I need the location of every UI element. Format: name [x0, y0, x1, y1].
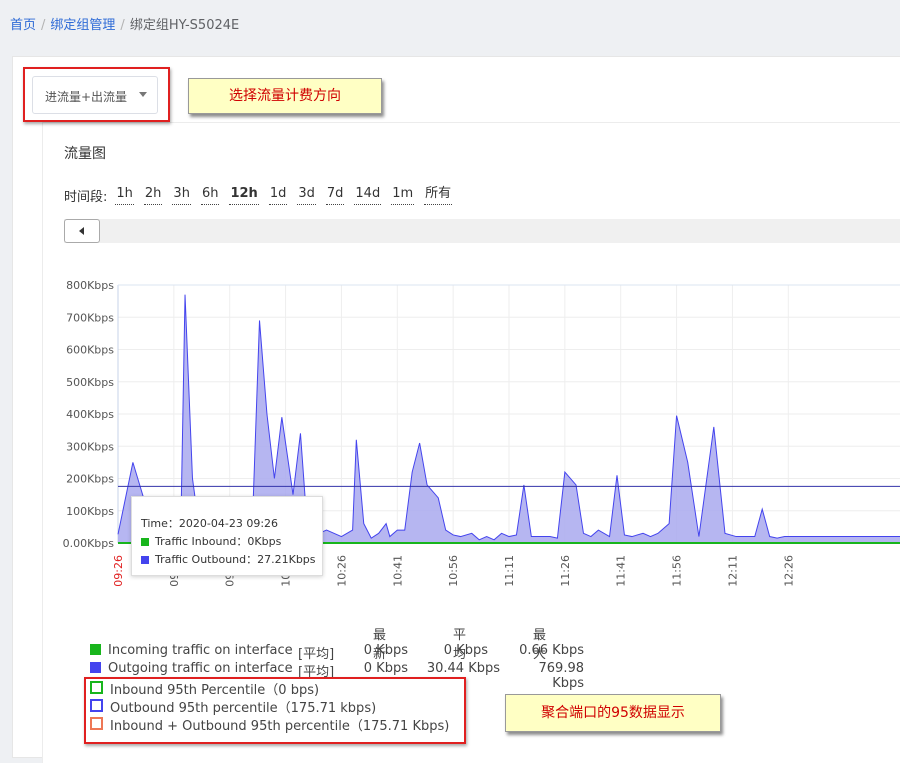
period-1h[interactable]: 1h [115, 186, 134, 205]
breadcrumb-bind-group-management[interactable]: 绑定组管理 [50, 18, 115, 33]
y-tick-label: 700Kbps [66, 311, 114, 324]
legend-row-outgoing[interactable]: Outgoing traffic on interface [90, 661, 293, 676]
breadcrumb-current: 绑定组HY-S5024E [129, 18, 240, 33]
y-tick-label: 0.00Kbps [63, 537, 115, 550]
x-tick-label: 11:41 [615, 555, 628, 587]
y-tick-label: 300Kbps [66, 440, 114, 453]
period-14d[interactable]: 14d [354, 186, 382, 205]
period-1m[interactable]: 1m [391, 186, 415, 205]
inbound-swatch [141, 538, 149, 546]
percentile-highlight-box [84, 677, 466, 744]
y-tick-label: 500Kbps [66, 376, 114, 389]
period-7d[interactable]: 7d [325, 186, 345, 205]
select-highlight-box [23, 67, 170, 122]
select-annotation-text: 选择流量计费方向 [229, 88, 341, 104]
x-tick-label: 11:26 [559, 555, 572, 587]
caret-left-icon [79, 227, 84, 235]
incoming-swatch [90, 644, 101, 655]
legend-row-incoming[interactable]: Incoming traffic on interface [90, 643, 293, 658]
time-scrollbar[interactable] [64, 219, 900, 243]
legend-incoming-latest: 0 Kbps [363, 643, 408, 658]
x-tick-label: 12:26 [782, 555, 795, 587]
legend-outgoing-label: Outgoing traffic on interface [108, 661, 293, 676]
tooltip-outbound: Traffic Outbound：27.21Kbps [155, 553, 316, 566]
period-3h[interactable]: 3h [172, 186, 191, 205]
y-tick-label: 800Kbps [66, 279, 114, 292]
y-tick-label: 100Kbps [66, 505, 114, 518]
percentile-annotation-text: 聚合端口的95数据显示 [541, 705, 685, 721]
legend-outgoing-max: 769.98 Kbps [538, 661, 585, 691]
x-tick-label: 09:26 [112, 555, 125, 587]
period-all[interactable]: 所有 [424, 186, 453, 205]
legend-incoming-max: 0.66 Kbps [519, 643, 584, 658]
period-label: 时间段: [64, 190, 108, 205]
legend-incoming-avg: 0 Kbps [443, 643, 488, 658]
y-tick-label: 600Kbps [66, 344, 114, 357]
y-tick-label: 200Kbps [66, 473, 114, 486]
legend-incoming-agg: [平均] [298, 647, 335, 662]
period-12h[interactable]: 12h [229, 186, 259, 205]
period-3d[interactable]: 3d [297, 186, 316, 205]
x-tick-label: 12:11 [726, 555, 739, 587]
percentile-annotation-note: 聚合端口的95数据显示 [505, 694, 721, 732]
period-6h[interactable]: 6h [200, 186, 220, 205]
x-tick-label: 10:41 [391, 555, 404, 587]
x-tick-label: 10:26 [335, 555, 348, 587]
scroll-left-button[interactable] [64, 219, 100, 243]
traffic-chart-title: 流量图 [64, 146, 106, 162]
breadcrumb-home[interactable]: 首页 [10, 18, 36, 33]
x-tick-label: 10:56 [447, 555, 460, 587]
breadcrumb: 首页 / 绑定组管理 / 绑定组HY-S5024E [10, 14, 239, 33]
breadcrumb-separator: / [41, 18, 46, 33]
chart-tooltip: Time：2020-04-23 09:26 Traffic Inbound：0K… [131, 496, 323, 576]
period-1d[interactable]: 1d [268, 186, 288, 205]
tooltip-inbound-row: Traffic Inbound：0Kbps [141, 533, 281, 549]
legend-incoming-label: Incoming traffic on interface [108, 643, 293, 658]
breadcrumb-separator: / [120, 18, 125, 33]
y-tick-label: 400Kbps [66, 408, 114, 421]
period-2h[interactable]: 2h [143, 186, 163, 205]
x-tick-label: 11:11 [503, 555, 516, 587]
period-selector: 时间段: 1h 2h 3h 6h 12h 1d 3d 7d 14d 1m 所有 [64, 186, 462, 205]
outgoing-swatch [90, 662, 101, 673]
select-annotation-note: 选择流量计费方向 [188, 78, 382, 114]
tooltip-outbound-row: Traffic Outbound：27.21Kbps [141, 551, 316, 567]
legend-outgoing-avg: 30.44 Kbps [426, 661, 500, 676]
legend-outgoing-latest: 0 Kbps [363, 661, 408, 676]
tooltip-inbound: Traffic Inbound：0Kbps [155, 535, 282, 548]
x-tick-label: 11:56 [671, 555, 684, 587]
tooltip-time: Time：2020-04-23 09:26 [141, 517, 279, 530]
outbound-swatch [141, 556, 149, 564]
